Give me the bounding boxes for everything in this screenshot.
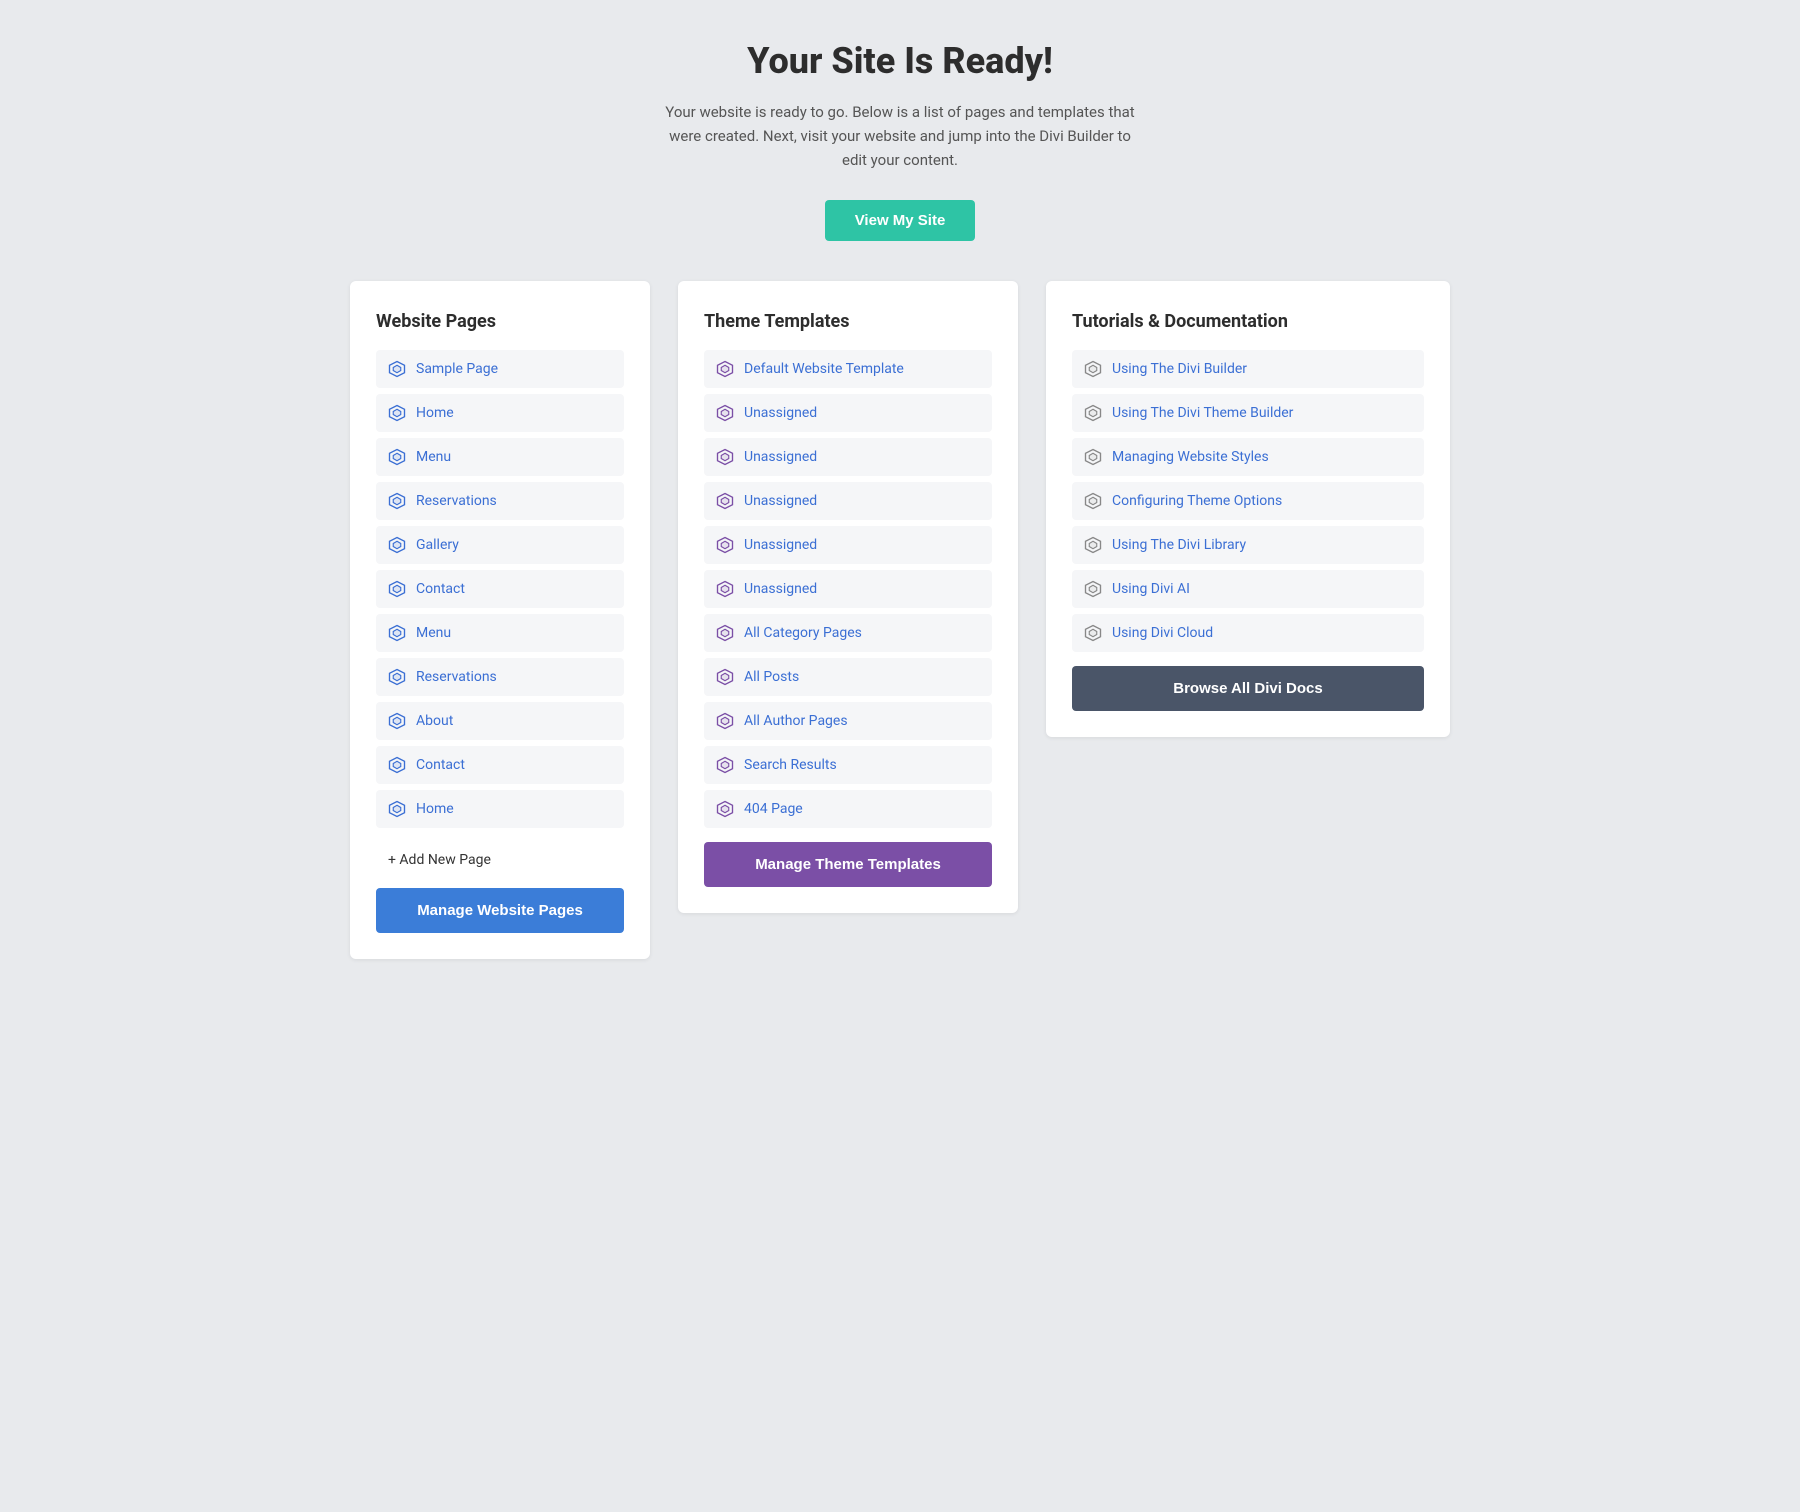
list-item[interactable]: Home	[376, 790, 624, 828]
page-item-label: Gallery	[416, 537, 459, 553]
list-item[interactable]: Managing Website Styles	[1072, 438, 1424, 476]
list-item[interactable]: Sample Page	[376, 350, 624, 388]
page-item-label: Home	[416, 405, 454, 421]
tutorial-item-label: Using The Divi Builder	[1112, 361, 1247, 377]
tutorials-list: Using The Divi Builder Using The Divi Th…	[1072, 350, 1424, 652]
tutorial-item-label: Using Divi Cloud	[1112, 625, 1213, 641]
view-site-button[interactable]: View My Site	[825, 200, 976, 241]
page-title: Your Site Is Ready!	[350, 40, 1450, 82]
template-item-label: Unassigned	[744, 405, 817, 421]
manage-website-pages-button[interactable]: Manage Website Pages	[376, 888, 624, 933]
tutorial-item-label: Managing Website Styles	[1112, 449, 1269, 465]
list-item[interactable]: Contact	[376, 570, 624, 608]
list-item[interactable]: Unassigned	[704, 394, 992, 432]
list-item[interactable]: All Posts	[704, 658, 992, 696]
manage-theme-templates-button[interactable]: Manage Theme Templates	[704, 842, 992, 887]
theme-templates-title: Theme Templates	[704, 311, 992, 332]
website-pages-panel: Website Pages Sample Page Home Menu Rese…	[350, 281, 650, 959]
template-item-label: Default Website Template	[744, 361, 904, 377]
page-item-label: About	[416, 713, 453, 729]
website-pages-list: Sample Page Home Menu Reservations Galle…	[376, 350, 624, 828]
list-item[interactable]: All Author Pages	[704, 702, 992, 740]
list-item[interactable]: About	[376, 702, 624, 740]
template-item-label: Unassigned	[744, 537, 817, 553]
list-item[interactable]: Unassigned	[704, 438, 992, 476]
list-item[interactable]: Configuring Theme Options	[1072, 482, 1424, 520]
page-header: Your Site Is Ready! Your website is read…	[350, 40, 1450, 241]
add-page-label: + Add New Page	[388, 852, 491, 868]
tutorial-item-label: Using The Divi Theme Builder	[1112, 405, 1293, 421]
page-item-label: Menu	[416, 625, 451, 641]
template-item-label: 404 Page	[744, 801, 803, 817]
tutorial-item-label: Using Divi AI	[1112, 581, 1190, 597]
columns-container: Website Pages Sample Page Home Menu Rese…	[350, 281, 1450, 959]
list-item[interactable]: All Category Pages	[704, 614, 992, 652]
theme-templates-panel: Theme Templates Default Website Template…	[678, 281, 1018, 913]
page-item-label: Reservations	[416, 493, 497, 509]
browse-all-docs-button[interactable]: Browse All Divi Docs	[1072, 666, 1424, 711]
list-item[interactable]: Using The Divi Library	[1072, 526, 1424, 564]
list-item[interactable]: Unassigned	[704, 526, 992, 564]
add-new-page-item[interactable]: + Add New Page	[376, 842, 624, 878]
page-item-label: Sample Page	[416, 361, 498, 377]
list-item[interactable]: Using The Divi Builder	[1072, 350, 1424, 388]
list-item[interactable]: Unassigned	[704, 570, 992, 608]
page-wrapper: Your Site Is Ready! Your website is read…	[350, 40, 1450, 959]
theme-templates-list: Default Website Template Unassigned Unas…	[704, 350, 992, 828]
tutorial-item-label: Configuring Theme Options	[1112, 493, 1282, 509]
list-item[interactable]: 404 Page	[704, 790, 992, 828]
list-item[interactable]: Using Divi AI	[1072, 570, 1424, 608]
tutorials-panel: Tutorials & Documentation Using The Divi…	[1046, 281, 1450, 737]
list-item[interactable]: Default Website Template	[704, 350, 992, 388]
template-item-label: Search Results	[744, 757, 837, 773]
tutorial-item-label: Using The Divi Library	[1112, 537, 1246, 553]
list-item[interactable]: Contact	[376, 746, 624, 784]
page-item-label: Reservations	[416, 669, 497, 685]
page-item-label: Home	[416, 801, 454, 817]
page-description: Your website is ready to go. Below is a …	[660, 100, 1140, 172]
list-item[interactable]: Gallery	[376, 526, 624, 564]
list-item[interactable]: Using Divi Cloud	[1072, 614, 1424, 652]
list-item[interactable]: Home	[376, 394, 624, 432]
template-item-label: Unassigned	[744, 449, 817, 465]
page-item-label: Contact	[416, 757, 465, 773]
template-item-label: All Category Pages	[744, 625, 862, 641]
list-item[interactable]: Reservations	[376, 482, 624, 520]
page-item-label: Menu	[416, 449, 451, 465]
template-item-label: All Posts	[744, 669, 799, 685]
list-item[interactable]: Menu	[376, 614, 624, 652]
list-item[interactable]: Menu	[376, 438, 624, 476]
list-item[interactable]: Search Results	[704, 746, 992, 784]
template-item-label: Unassigned	[744, 581, 817, 597]
website-pages-title: Website Pages	[376, 311, 624, 332]
template-item-label: Unassigned	[744, 493, 817, 509]
page-item-label: Contact	[416, 581, 465, 597]
tutorials-title: Tutorials & Documentation	[1072, 311, 1424, 332]
list-item[interactable]: Reservations	[376, 658, 624, 696]
template-item-label: All Author Pages	[744, 713, 848, 729]
list-item[interactable]: Using The Divi Theme Builder	[1072, 394, 1424, 432]
list-item[interactable]: Unassigned	[704, 482, 992, 520]
